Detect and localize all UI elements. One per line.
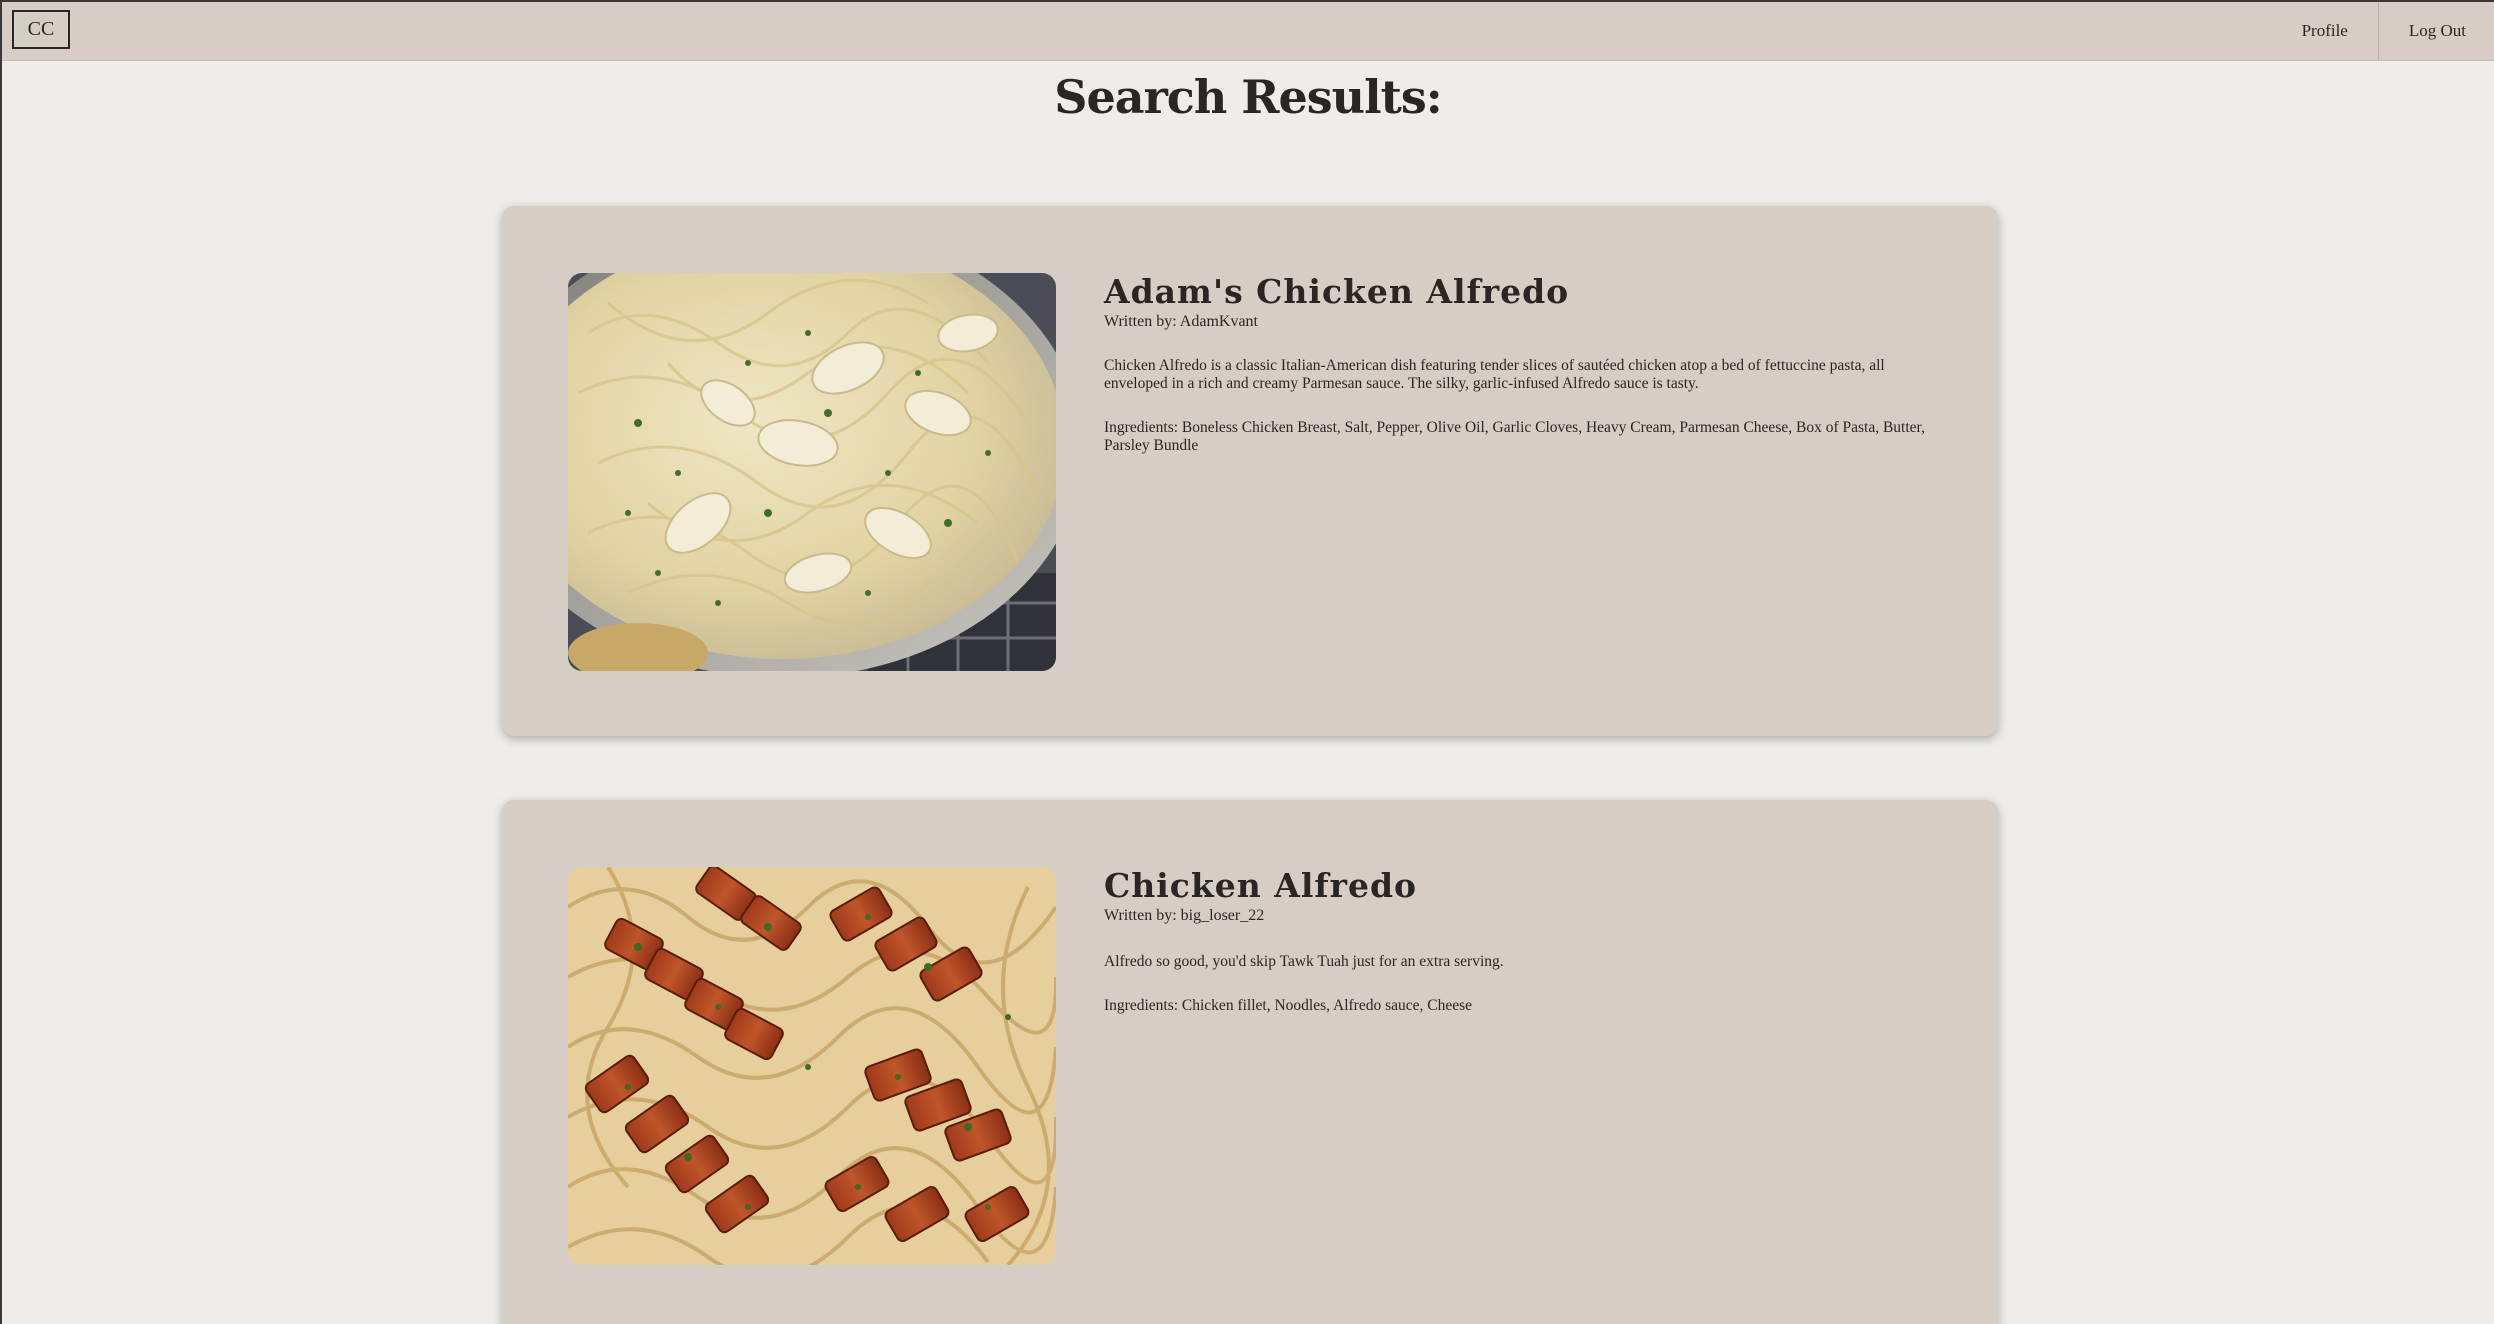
recipe-ingredients: Ingredients: Chicken fillet, Noodles, Al…: [1104, 997, 1473, 1014]
recipe-author: Written by: AdamKvant: [1104, 313, 1258, 330]
profile-link[interactable]: Profile: [2262, 2, 2378, 60]
recipe-image[interactable]: [568, 867, 1056, 1265]
recipe-description: Chicken Alfredo is a classic Italian-Ame…: [1104, 357, 1885, 392]
recipe-author: Written by: big_loser_22: [1104, 907, 1265, 924]
nav-links: Profile Log Out: [2262, 2, 2494, 60]
recipe-description: Alfredo so good, you'd skip Tawk Tuah ju…: [1104, 953, 1504, 970]
recipe-card[interactable]: Chicken Alfredo Written by: big_loser_22…: [502, 800, 1998, 1324]
recipe-details: Adam's Chicken Alfredo Written by: AdamK…: [1104, 272, 1944, 455]
page-title: Search Results:: [1054, 70, 1442, 124]
recipe-title[interactable]: Adam's Chicken Alfredo: [1104, 272, 1944, 312]
recipe-ingredients: Ingredients: Boneless Chicken Breast, Sa…: [1104, 419, 1925, 454]
recipe-details: Chicken Alfredo Written by: big_loser_22…: [1104, 866, 1944, 1015]
logout-link[interactable]: Log Out: [2379, 2, 2494, 60]
recipe-card[interactable]: Adam's Chicken Alfredo Written by: AdamK…: [502, 206, 1998, 736]
home-logo-button[interactable]: CC: [12, 10, 70, 49]
recipe-image[interactable]: [568, 273, 1056, 671]
recipe-title[interactable]: Chicken Alfredo: [1104, 866, 1944, 906]
top-navbar: CC Profile Log Out: [2, 2, 2494, 61]
